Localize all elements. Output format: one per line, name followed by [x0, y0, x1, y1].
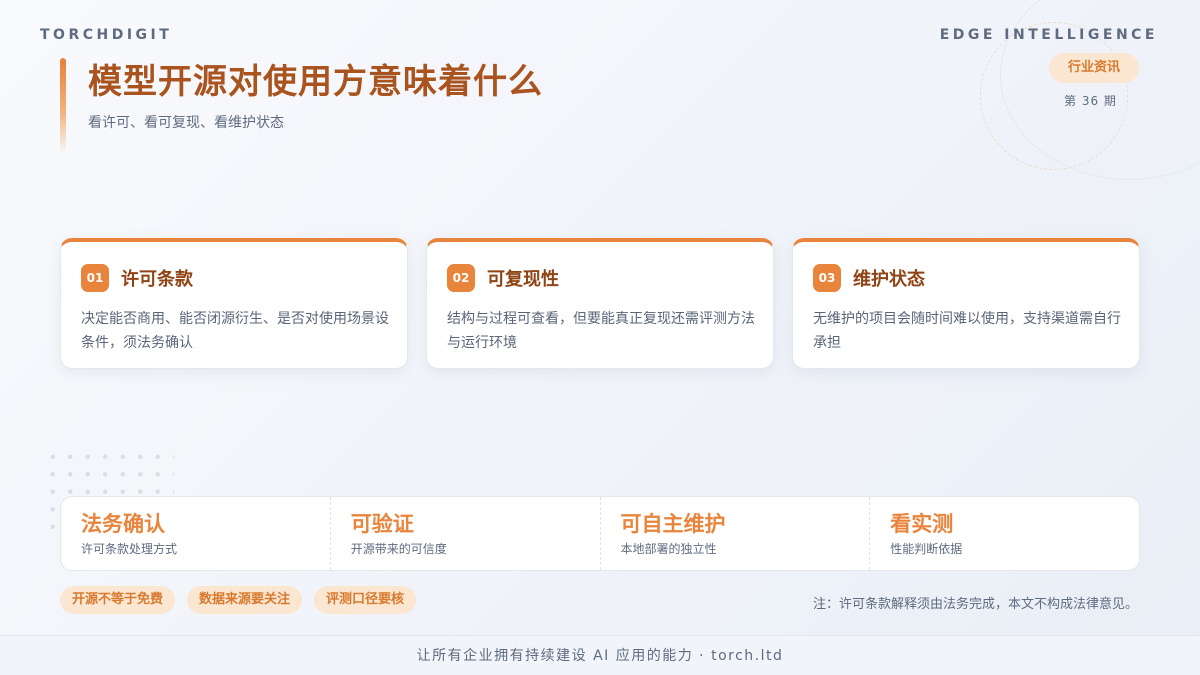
issue-number: 第 36 期	[1064, 94, 1117, 108]
card-number-badge: 02	[447, 264, 475, 292]
tag-chip: 开源不等于免费	[60, 586, 176, 614]
stat-value: 可自主维护	[620, 512, 726, 536]
card-reproducibility: 02 可复现性 结构与过程可查看，但要能真正复现还需评测方法与运行环境	[426, 238, 774, 369]
stat-item: 可验证 开源带来的可信度	[331, 497, 601, 570]
tag-chip: 数据来源要关注	[187, 586, 303, 614]
disclaimer-note: 注：许可条款解释须由法务完成，本文不构成法律意见。	[812, 597, 1138, 612]
brand-name: TORCHDIGIT	[40, 27, 173, 43]
stat-value: 看实测	[890, 512, 954, 536]
card-number-badge: 01	[81, 264, 109, 292]
card-title: 可复现性	[487, 269, 559, 290]
stat-item: 看实测 性能判断依据	[870, 497, 1139, 570]
stats-strip: 法务确认 许可条款处理方式 可验证 开源带来的可信度 可自主维护 本地部署的独立…	[60, 496, 1140, 571]
stat-value: 可验证	[350, 512, 414, 536]
stat-item: 法务确认 许可条款处理方式	[61, 497, 331, 570]
card-title: 许可条款	[121, 269, 193, 290]
stat-item: 可自主维护 本地部署的独立性	[601, 497, 871, 570]
card-text: 决定能否商用、能否闭源衍生、是否对使用场景设条件，须法务确认	[81, 311, 389, 351]
title-accent-bar	[60, 58, 66, 154]
page-title: 模型开源对使用方意味着什么	[88, 62, 543, 102]
stat-label: 开源带来的可信度	[350, 542, 447, 556]
stat-label: 本地部署的独立性	[620, 542, 717, 556]
card-title: 维护状态	[853, 269, 925, 290]
category-badge: 行业资讯	[1049, 53, 1139, 83]
card-text: 结构与过程可查看，但要能真正复现还需评测方法与运行环境	[447, 311, 755, 351]
card-maintenance: 03 维护状态 无维护的项目会随时间难以使用，支持渠道需自行承担	[792, 238, 1140, 369]
stat-value: 法务确认	[81, 512, 165, 536]
stat-label: 性能判断依据	[890, 542, 963, 556]
card-text: 无维护的项目会随时间难以使用，支持渠道需自行承担	[813, 311, 1121, 351]
footer: 让所有企业拥有持续建设 AI 应用的能力 · torch.ltd	[0, 635, 1200, 675]
stat-label: 许可条款处理方式	[81, 542, 178, 556]
brand-tagline: EDGE INTELLIGENCE	[939, 27, 1158, 43]
card-number-badge: 03	[813, 264, 841, 292]
tag-chip: 评测口径要核	[314, 586, 417, 614]
page-subtitle: 看许可、看可复现、看维护状态	[88, 115, 284, 131]
tag-list: 开源不等于免费 数据来源要关注 评测口径要核	[60, 586, 417, 614]
card-license: 01 许可条款 决定能否商用、能否闭源衍生、是否对使用场景设条件，须法务确认	[60, 238, 408, 369]
